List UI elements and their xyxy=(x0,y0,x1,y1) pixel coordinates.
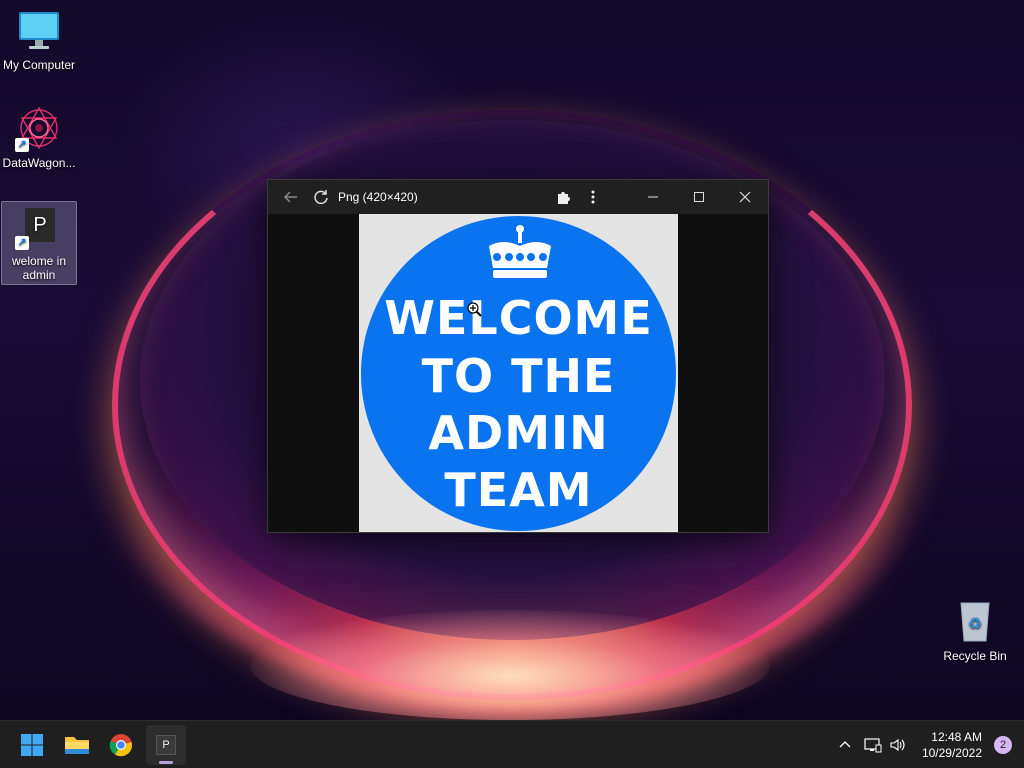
desktop-icon-recycle-bin[interactable]: ♻ Recycle Bin xyxy=(937,597,1013,663)
p-file-icon: P ↗ xyxy=(15,202,63,250)
datawagon-app-icon: ↗ xyxy=(15,104,63,152)
image-viewer-button[interactable]: P xyxy=(146,725,186,765)
desktop-icon-welome-in-admin[interactable]: P ↗ welome in admin xyxy=(1,201,77,285)
active-indicator xyxy=(159,761,173,764)
kebab-menu-icon[interactable] xyxy=(578,180,608,214)
desktop-icon-label: DataWagon... xyxy=(2,156,76,170)
windows-logo-icon xyxy=(21,734,43,756)
taskbar: P 12:48 AM 10/29/2022 2 xyxy=(0,720,1024,768)
desktop-icon-my-computer[interactable]: My Computer xyxy=(1,6,77,72)
system-clock[interactable]: 12:48 AM 10/29/2022 xyxy=(922,729,982,761)
desktop-icon-datawagon[interactable]: ↗ DataWagon... xyxy=(1,104,77,170)
window-titlebar[interactable]: Png (420×420) xyxy=(268,180,768,214)
p-app-icon: P xyxy=(156,735,176,755)
desktop-icon-label: My Computer xyxy=(2,58,76,72)
image-text-line: WELCOME xyxy=(384,291,653,345)
close-icon[interactable] xyxy=(722,180,768,214)
clock-time: 12:48 AM xyxy=(931,730,982,744)
image-text-line: TO THE xyxy=(421,349,616,403)
crown-icon xyxy=(489,225,551,278)
window-title: Png (420×420) xyxy=(338,190,418,204)
zoom-cursor-icon xyxy=(467,302,482,317)
chevron-up-icon[interactable] xyxy=(834,721,856,768)
volume-icon[interactable] xyxy=(886,721,910,768)
shortcut-arrow-icon: ↗ xyxy=(15,138,29,152)
chrome-icon xyxy=(109,734,133,757)
puzzle-icon[interactable] xyxy=(548,180,578,214)
image-viewer-window[interactable]: Png (420×420) WELCOME TO THE ADMIN TEAM xyxy=(267,179,769,533)
desktop-icon-label: welome in admin xyxy=(11,254,67,282)
image-text-line: TEAM xyxy=(444,463,593,517)
image-text-line: ADMIN xyxy=(428,406,609,460)
back-arrow-icon[interactable] xyxy=(276,180,306,214)
file-explorer-button[interactable] xyxy=(57,725,97,765)
reload-icon[interactable] xyxy=(306,180,336,214)
folder-icon xyxy=(65,737,89,754)
chrome-button[interactable] xyxy=(101,725,141,765)
desktop-icon-label: Recycle Bin xyxy=(943,649,1007,663)
displayed-image: WELCOME TO THE ADMIN TEAM xyxy=(359,214,678,532)
minimize-icon[interactable] xyxy=(630,180,676,214)
monitor-icon xyxy=(15,6,63,54)
shortcut-arrow-icon: ↗ xyxy=(15,236,29,250)
svg-text:♻: ♻ xyxy=(968,614,982,633)
clock-date: 10/29/2022 xyxy=(921,746,982,760)
recycle-bin-icon: ♻ xyxy=(951,597,999,645)
start-button[interactable] xyxy=(12,725,52,765)
network-icon[interactable] xyxy=(861,721,885,768)
maximize-icon[interactable] xyxy=(676,180,722,214)
image-viewport[interactable]: WELCOME TO THE ADMIN TEAM xyxy=(268,214,768,532)
notification-badge[interactable]: 2 xyxy=(994,736,1012,754)
